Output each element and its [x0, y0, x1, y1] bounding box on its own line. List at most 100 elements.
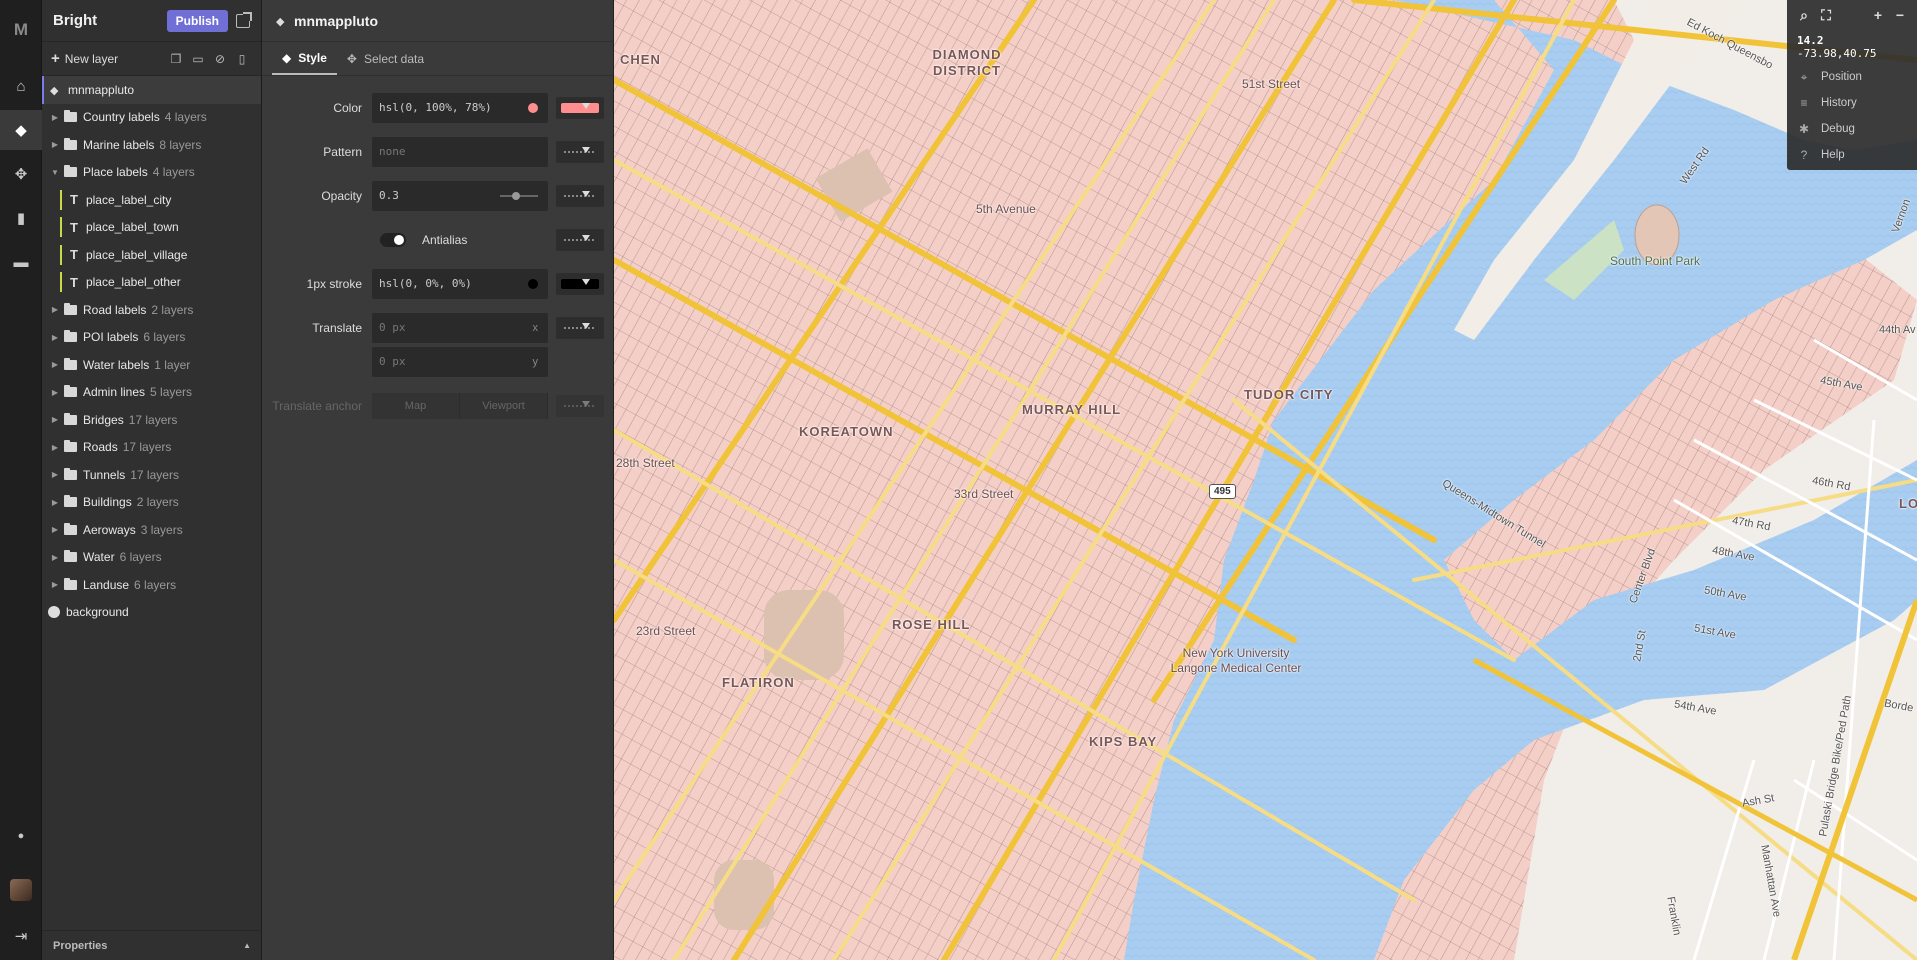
help-label: Help [1821, 149, 1845, 161]
tab-select-data[interactable]: ✥ Select data [337, 42, 434, 75]
translate-x-input[interactable]: 0 px x [372, 313, 548, 343]
duplicate-icon[interactable]: ❐ [166, 49, 186, 69]
translate-anchor-selector[interactable]: Map Viewport [372, 393, 548, 419]
layer-group[interactable]: ▶ POI labels 6 layers [42, 324, 261, 352]
layer-group-count: 6 layers [143, 330, 186, 345]
chevron-right-icon[interactable]: ▶ [50, 305, 60, 314]
antialias-toggle[interactable] [380, 233, 406, 247]
pattern-input[interactable]: none [372, 137, 548, 167]
help-button[interactable]: ? Help [1787, 142, 1917, 168]
visibility-icon[interactable]: ⊘ [210, 49, 230, 69]
translate-y-input[interactable]: 0 px y [372, 347, 548, 377]
stats-icon[interactable]: ▮ [0, 198, 42, 238]
layer-group[interactable]: ▶ Bridges 17 layers [42, 406, 261, 434]
avatar[interactable] [0, 870, 42, 910]
layer-item-background[interactable]: background [42, 599, 261, 627]
layer-group[interactable]: ▶ Buildings 2 layers [42, 489, 261, 517]
layer-group-label: Buildings [83, 495, 132, 510]
chevron-right-icon[interactable]: ▶ [50, 360, 60, 369]
notifications-icon[interactable]: ● [0, 816, 42, 856]
position-button[interactable]: ⌖ Position [1787, 64, 1917, 90]
stroke-zoom-function-button[interactable] [556, 273, 604, 295]
stroke-swatch-icon[interactable] [528, 279, 538, 289]
layer-item[interactable]: Tplace_label_other [42, 269, 261, 297]
folder-icon [64, 110, 77, 123]
publish-button[interactable]: Publish [166, 9, 228, 32]
translate-zoom-function-button[interactable] [556, 317, 604, 339]
symbol-layer-icon: T [70, 274, 78, 290]
chevron-right-icon[interactable]: ▶ [50, 443, 60, 452]
layer-group[interactable]: ▶ Road labels 2 layers [42, 296, 261, 324]
paint-icon: ◆ [282, 50, 292, 65]
history-button[interactable]: ≡ History [1787, 90, 1917, 116]
map-canvas[interactable]: DIAMOND DISTRICT MURRAY HILL KOREATOWN T… [614, 0, 1917, 960]
color-label: Color [333, 101, 362, 115]
anchor-option-viewport[interactable]: Viewport [460, 393, 548, 419]
stroke-input[interactable]: hsl(0, 0%, 0%) [372, 269, 548, 299]
tab-style[interactable]: ◆ Style [272, 42, 337, 75]
debug-label: Debug [1821, 123, 1855, 135]
new-layer-button[interactable]: + New layer [51, 50, 164, 67]
external-link-icon[interactable] [236, 11, 252, 28]
chevron-right-icon[interactable]: ▶ [50, 140, 60, 149]
folder-icon [64, 330, 77, 343]
opacity-slider[interactable] [500, 192, 538, 200]
layer-group[interactable]: ▶ Aeroways 3 layers [42, 516, 261, 544]
files-icon[interactable]: ▬ [0, 242, 42, 282]
prop-pattern: Pattern none [262, 137, 614, 167]
fullscreen-icon[interactable]: ⛶ [1815, 4, 1837, 26]
layer-group[interactable]: ▶ Marine labels 8 layers [42, 131, 261, 159]
anchor-option-map[interactable]: Map [372, 393, 460, 419]
color-input[interactable]: hsl(0, 100%, 78%) [372, 93, 548, 123]
layer-group[interactable]: ▼ Place labels 4 layers [42, 159, 261, 187]
chevron-right-icon[interactable]: ▶ [50, 388, 60, 397]
layer-group[interactable]: ▶ Water 6 layers [42, 544, 261, 572]
chevron-right-icon[interactable]: ▶ [50, 415, 60, 424]
layer-group[interactable]: ▶ Landuse 6 layers [42, 571, 261, 599]
layer-item[interactable]: Tplace_label_town [42, 214, 261, 242]
chevron-right-icon[interactable]: ▶ [50, 553, 60, 562]
chevron-right-icon[interactable]: ▶ [50, 580, 60, 589]
layer-group[interactable]: ▶ Water labels 1 layer [42, 351, 261, 379]
zoom-in-icon[interactable]: + [1867, 4, 1889, 26]
chevron-right-icon[interactable]: ▶ [50, 333, 60, 342]
translate-anchor-zoom-function-button[interactable] [556, 395, 604, 417]
color-zoom-function-button[interactable] [556, 97, 604, 119]
pattern-zoom-function-button[interactable] [556, 141, 604, 163]
zoom-out-icon[interactable]: − [1889, 4, 1911, 26]
label-tudor-city: TUDOR CITY [1244, 387, 1334, 402]
highway-shield: 495 [1209, 484, 1236, 499]
opacity-zoom-function-button[interactable] [556, 185, 604, 207]
chevron-right-icon[interactable]: ▶ [50, 470, 60, 479]
layer-item-label: place_label_other [85, 275, 181, 290]
layer-group[interactable]: ▶ Admin lines 5 layers [42, 379, 261, 407]
chevron-down-icon[interactable]: ▼ [50, 168, 60, 177]
sources-icon[interactable]: ✥ [0, 154, 42, 194]
properties-bar[interactable]: Properties ▲ [42, 930, 262, 960]
layer-group[interactable]: ▶ Country labels 4 layers [42, 104, 261, 132]
chevron-right-icon[interactable]: ▶ [50, 525, 60, 534]
layer-group-label: Roads [83, 440, 118, 455]
trash-icon[interactable]: ▯ [232, 49, 252, 69]
layer-group[interactable]: ▶ Tunnels 17 layers [42, 461, 261, 489]
antialias-zoom-function-button[interactable] [556, 229, 604, 251]
history-label: History [1821, 97, 1857, 109]
chevron-right-icon[interactable]: ▶ [50, 113, 60, 122]
layer-item[interactable]: Tplace_label_city [42, 186, 261, 214]
layer-item-mnmappluto[interactable]: ◆ mnmappluto [42, 76, 261, 104]
logout-icon[interactable]: ⇥ [0, 916, 42, 956]
label-23rd-street: 23rd Street [636, 624, 696, 638]
folder-icon [64, 137, 77, 150]
debug-button[interactable]: ✱ Debug [1787, 116, 1917, 142]
layer-item[interactable]: Tplace_label_village [42, 241, 261, 269]
prop-translate-x: Translate 0 px x [262, 313, 614, 343]
folder-icon[interactable]: ▭ [188, 49, 208, 69]
style-icon[interactable]: ◆ [0, 110, 42, 150]
home-icon[interactable]: ⌂ [0, 66, 42, 106]
layer-group-label: Water labels [83, 357, 150, 372]
opacity-input[interactable]: 0.3 [372, 181, 548, 211]
search-icon[interactable]: ⌕ [1793, 4, 1815, 26]
chevron-right-icon[interactable]: ▶ [50, 498, 60, 507]
layer-group[interactable]: ▶ Roads 17 layers [42, 434, 261, 462]
color-swatch-icon[interactable] [528, 103, 538, 113]
